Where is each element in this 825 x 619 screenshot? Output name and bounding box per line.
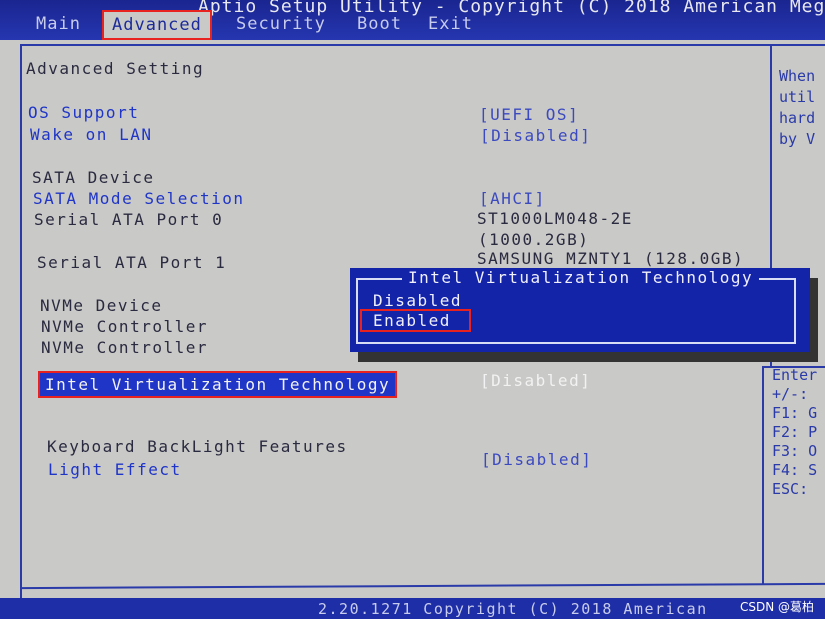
tab-security[interactable]: Security [236, 14, 326, 34]
sata-mode-label[interactable]: SATA Mode Selection [33, 189, 245, 208]
key-hint: F4: S [772, 461, 818, 479]
tab-exit[interactable]: Exit [428, 14, 473, 34]
os-support-value[interactable]: [UEFI OS] [479, 105, 579, 124]
key-hint: +/-: [772, 385, 809, 403]
key-hint: F2: P [772, 423, 818, 441]
tab-boot[interactable]: Boot [357, 14, 402, 34]
wake-on-lan-value[interactable]: [Disabled] [480, 126, 591, 145]
option-popup: Intel Virtualization Technology Disabled… [350, 268, 810, 352]
sata-port0-value: ST1000LM048-2E [477, 209, 633, 228]
help-line: util [779, 88, 816, 106]
help-line: hard [779, 109, 816, 127]
wake-on-lan-label[interactable]: Wake on LAN [30, 125, 152, 144]
sata-port1-label: Serial ATA Port 1 [37, 253, 227, 272]
nvme-controller-label-1: NVMe Controller [41, 317, 208, 336]
tab-advanced[interactable]: Advanced [102, 10, 212, 40]
key-hint: F3: O [772, 442, 818, 460]
help-text: When util hard by V [779, 66, 815, 150]
frame-bottom [20, 582, 825, 590]
popup-option-disabled[interactable]: Disabled [373, 291, 462, 310]
light-effect-label[interactable]: Light Effect [48, 460, 182, 479]
keyboard-backlight-label: Keyboard BackLight Features [47, 437, 348, 456]
sata-device-label: SATA Device [32, 168, 155, 187]
key-legend: Enter +/-: F1: G F2: P F3: O F4: S ESC: [772, 366, 817, 499]
sata-port0-size: (1000.2GB) [478, 230, 590, 249]
popup-option-enabled[interactable]: Enabled [360, 309, 471, 332]
sata-port0-label: Serial ATA Port 0 [34, 210, 224, 229]
os-support-label[interactable]: OS Support [28, 103, 139, 122]
intel-vt-value[interactable]: [Disabled] [480, 371, 591, 390]
sata-mode-value[interactable]: [AHCI] [479, 189, 546, 208]
frame-top [20, 44, 825, 46]
intel-vt-label[interactable]: Intel Virtualization Technology [37, 371, 398, 398]
key-hint: F1: G [772, 404, 818, 422]
help-line: by V [779, 130, 816, 148]
frame-left [20, 44, 22, 614]
light-effect-value[interactable]: [Disabled] [481, 450, 592, 469]
footer-copyright: 2.20.1271 Copyright (C) 2018 American [318, 600, 708, 618]
sata-port1-value: SAMSUNG MZNTY1 (128.0GB) [477, 249, 745, 268]
nvme-controller-label-2: NVMe Controller [41, 338, 208, 357]
page-heading: Advanced Setting [26, 59, 205, 78]
frame-divider-lower [762, 366, 764, 584]
key-hint: Enter [772, 366, 818, 384]
popup-title: Intel Virtualization Technology [402, 268, 760, 287]
nvme-device-label: NVMe Device [40, 296, 163, 315]
help-line: When [779, 67, 816, 85]
key-hint: ESC: [772, 480, 809, 498]
tab-main[interactable]: Main [36, 14, 81, 34]
watermark: CSDN @葛柏 [740, 600, 815, 614]
